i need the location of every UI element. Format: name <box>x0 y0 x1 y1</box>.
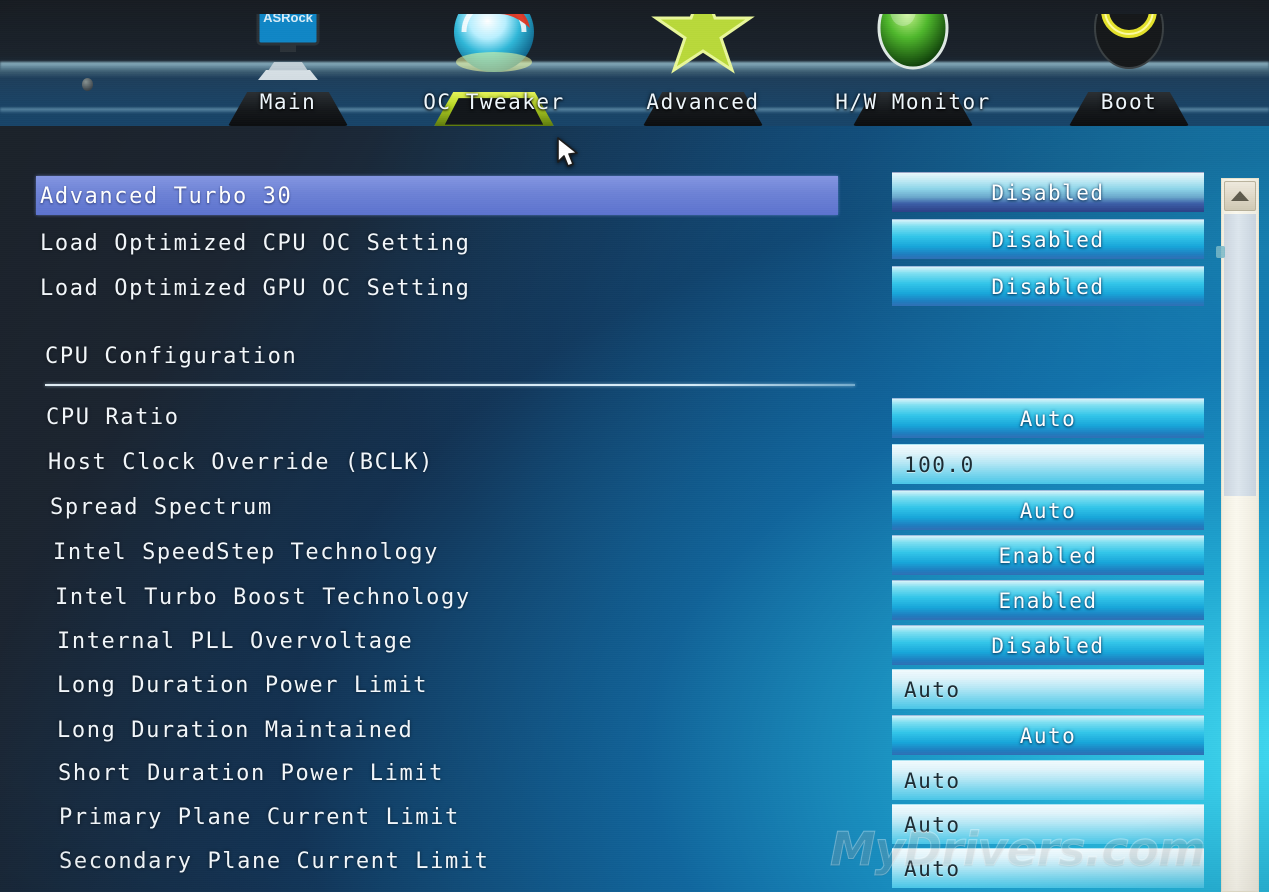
setting-value-cpu-ratio[interactable]: Auto <box>892 398 1204 438</box>
setting-label-long-duration-maintained[interactable]: Long Duration Maintained <box>57 718 413 743</box>
value-text: Auto <box>1019 723 1077 748</box>
scrollbar-up-button[interactable] <box>1224 181 1256 211</box>
setting-label-short-duration-power-limit[interactable]: Short Duration Power Limit <box>58 761 444 786</box>
value-text: Auto <box>904 677 961 702</box>
setting-label-long-duration-power-limit[interactable]: Long Duration Power Limit <box>57 673 428 698</box>
power-ring-icon <box>1077 14 1181 100</box>
settings-scrollbar-thumb[interactable] <box>1224 214 1256 496</box>
setting-value-load-optimized-cpu-oc-setting[interactable]: Disabled <box>892 219 1204 259</box>
setting-label-internal-pll-overvoltage[interactable]: Internal PLL Overvoltage <box>57 629 413 654</box>
value-text: Auto <box>904 768 961 793</box>
monitor-icon: ASRock <box>236 14 340 100</box>
section-header-cpu-configuration: CPU Configuration <box>45 344 298 369</box>
setting-value-spread-spectrum[interactable]: Auto <box>892 490 1204 530</box>
chevron-up-icon <box>1231 191 1249 201</box>
value-text: 100.0 <box>904 452 975 477</box>
setting-label-primary-plane-current-limit[interactable]: Primary Plane Current Limit <box>59 805 460 830</box>
scrollbar-edge-marker <box>1216 246 1225 258</box>
tab-oc-tweaker-label: OC Tweaker <box>423 90 565 114</box>
value-text: Enabled <box>998 588 1098 613</box>
value-text: Disabled <box>991 633 1105 658</box>
tab-advanced-label: Advanced <box>646 90 760 114</box>
setting-label-host-clock-override[interactable]: Host Clock Override (BCLK) <box>48 450 434 475</box>
tab-hw-monitor[interactable]: H/W Monitor <box>818 0 1008 126</box>
tab-boot[interactable]: Boot <box>1034 0 1224 126</box>
tab-main[interactable]: ASRock Main <box>193 0 383 126</box>
value-text: Auto <box>1019 406 1077 431</box>
section-divider <box>45 384 855 386</box>
setting-label-advanced-turbo-30[interactable]: Advanced Turbo 30 <box>40 184 292 209</box>
setting-value-advanced-turbo-30[interactable]: Disabled <box>892 172 1204 212</box>
setting-label-intel-speedstep-technology[interactable]: Intel SpeedStep Technology <box>53 540 439 565</box>
setting-label-secondary-plane-current-limit[interactable]: Secondary Plane Current Limit <box>59 849 490 874</box>
setting-label-intel-turbo-boost-technology[interactable]: Intel Turbo Boost Technology <box>55 585 471 610</box>
value-text: Auto <box>1019 498 1077 523</box>
value-text: Disabled <box>991 274 1105 299</box>
svg-text:ASRock: ASRock <box>263 14 314 25</box>
setting-label-load-optimized-gpu-oc-setting[interactable]: Load Optimized GPU OC Setting <box>40 276 471 301</box>
value-text: Enabled <box>998 543 1098 568</box>
main-menu-tabbar: ASRock Main OC Tweaker Advanced H/W Moni… <box>0 0 1269 126</box>
setting-value-long-duration-maintained[interactable]: Auto <box>892 715 1204 755</box>
tab-hw-monitor-label: H/W Monitor <box>835 90 991 114</box>
value-text: Auto <box>904 812 961 837</box>
mouse-pointer-icon <box>556 137 582 171</box>
setting-value-long-duration-power-limit[interactable]: Auto <box>892 669 1204 709</box>
star-icon <box>651 14 755 100</box>
setting-label-load-optimized-cpu-oc-setting[interactable]: Load Optimized CPU OC Setting <box>40 231 471 256</box>
tuning-orb-icon <box>442 14 546 100</box>
bios-screen: ASRock Main OC Tweaker Advanced H/W Moni… <box>0 0 1269 892</box>
tab-oc-tweaker[interactable]: OC Tweaker <box>399 0 589 126</box>
setting-value-short-duration-power-limit[interactable]: Auto <box>892 760 1204 800</box>
setting-value-host-clock-override[interactable]: 100.0 <box>892 444 1204 484</box>
setting-label-spread-spectrum[interactable]: Spread Spectrum <box>50 495 273 520</box>
monitor-bezel-dot <box>82 78 93 91</box>
setting-value-intel-turbo-boost-technology[interactable]: Enabled <box>892 580 1204 620</box>
settings-pane: Advanced Turbo 30 Load Optimized CPU OC … <box>0 126 1269 892</box>
setting-label-cpu-ratio[interactable]: CPU Ratio <box>46 405 180 430</box>
setting-value-internal-pll-overvoltage[interactable]: Disabled <box>892 625 1204 665</box>
gauge-orb-icon <box>861 14 965 100</box>
tab-boot-label: Boot <box>1100 90 1158 114</box>
value-text: Disabled <box>991 227 1105 252</box>
value-text: Auto <box>904 856 961 881</box>
tab-main-label: Main <box>259 90 317 114</box>
tab-advanced[interactable]: Advanced <box>608 0 798 126</box>
setting-value-intel-speedstep-technology[interactable]: Enabled <box>892 535 1204 575</box>
setting-value-load-optimized-gpu-oc-setting[interactable]: Disabled <box>892 266 1204 306</box>
setting-value-secondary-plane-current-limit[interactable]: Auto <box>892 848 1204 888</box>
setting-value-primary-plane-current-limit[interactable]: Auto <box>892 804 1204 844</box>
value-text: Disabled <box>991 180 1105 205</box>
